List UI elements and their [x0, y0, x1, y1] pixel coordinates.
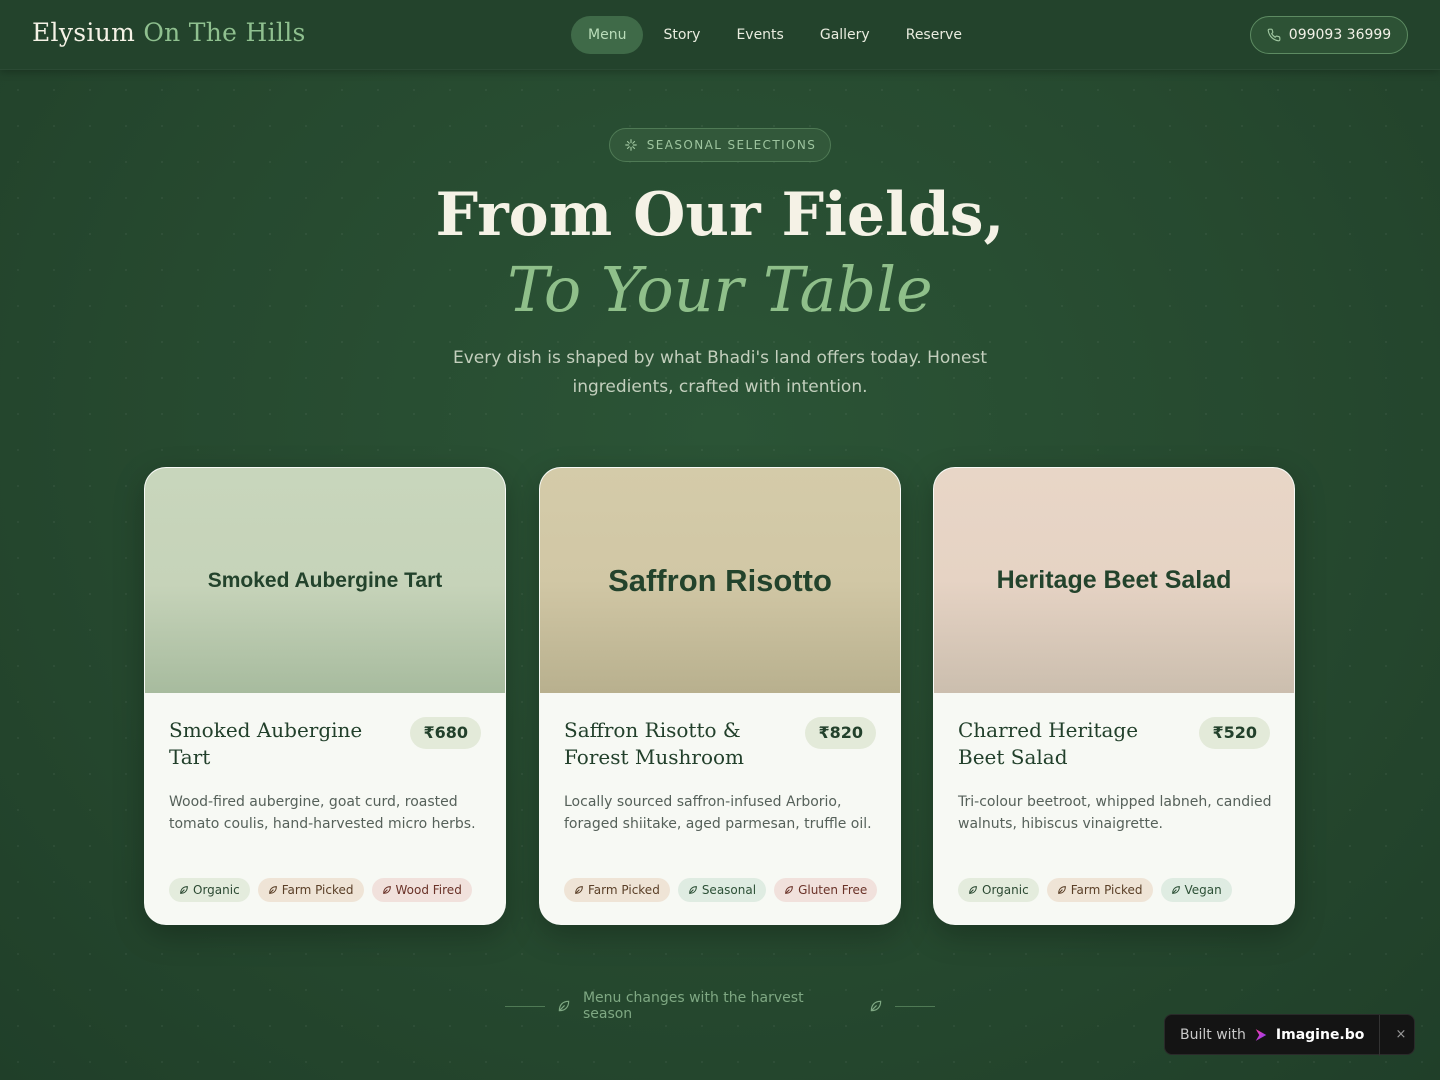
close-icon[interactable]: ×	[1391, 1025, 1411, 1045]
seasonal-badge: SEASONAL SELECTIONS	[609, 128, 831, 162]
badge-label: SEASONAL SELECTIONS	[646, 138, 817, 152]
nav-item-events[interactable]: Events	[718, 16, 801, 54]
brand-name: Elysium	[32, 18, 136, 47]
dish-image: Smoked Aubergine Tart	[145, 468, 505, 693]
harvest-note: Menu changes with the harvest season	[505, 990, 935, 1022]
brand-tagline: On The Hills	[143, 18, 306, 47]
nav-item-story[interactable]: Story	[645, 16, 718, 54]
leaf-icon	[785, 886, 793, 894]
tag-list: Farm Picked Seasonal Gluten Free	[564, 878, 884, 902]
phone-number: 099093 36999	[1288, 27, 1392, 43]
dish-description: Locally sourced saffron-infused Arborio,…	[564, 794, 872, 832]
hero-title-accent: To Your Table	[507, 253, 933, 326]
leaf-icon	[688, 886, 697, 894]
sparkle-icon	[624, 139, 637, 151]
main-nav: Menu Story Events Gallery Reserve	[571, 16, 980, 54]
dish-description: Wood-fired aubergine, goat curd, roasted…	[169, 794, 476, 832]
divider	[1379, 1015, 1380, 1056]
divider-line	[505, 1005, 545, 1007]
tag-seasonal: Seasonal	[677, 878, 767, 902]
leaf-icon	[180, 886, 188, 894]
tag-list: Organic Farm Picked Wood Fired	[169, 878, 489, 902]
dish-title: Saffron Risotto & Forest Mushroom	[564, 718, 744, 769]
built-with-badge[interactable]: Built with Imagine.bo ×	[1164, 1014, 1415, 1056]
site-header: Elysium On The Hills Menu Story Events G…	[0, 0, 1440, 70]
hero-subtitle: Every dish is shaped by what Bhadi's lan…	[452, 348, 988, 397]
dish-title: Charred Heritage Beet Salad	[958, 718, 1139, 769]
harvest-note-text: Menu changes with the harvest season	[582, 990, 804, 1022]
leaf-icon	[575, 886, 583, 894]
menu-card[interactable]: Heritage Beet Salad Charred Heritage Bee…	[933, 467, 1295, 925]
tag-organic: Organic	[958, 878, 1039, 902]
imagine-logo-icon	[1255, 1028, 1267, 1041]
leaf-icon	[558, 1000, 570, 1012]
dish-image: Saffron Risotto	[540, 468, 900, 693]
tag-list: Organic Farm Picked Vegan	[958, 878, 1278, 902]
built-with-label: Built with	[1180, 1026, 1246, 1043]
tag-vegan: Vegan	[1160, 878, 1232, 902]
leaf-icon	[382, 886, 391, 894]
tag-farm-picked: Farm Picked	[564, 878, 670, 902]
hero-title: From Our Fields,	[435, 180, 1005, 250]
nav-item-reserve[interactable]: Reserve	[888, 16, 980, 54]
phone-button[interactable]: 099093 36999	[1250, 16, 1408, 54]
leaf-icon	[969, 886, 977, 894]
dish-description: Tri-colour beetroot, whipped labneh, can…	[958, 794, 1272, 832]
price-badge: ₹820	[805, 717, 876, 749]
tag-wood-fired: Wood Fired	[371, 878, 472, 902]
menu-card[interactable]: Saffron Risotto Saffron Risotto & Forest…	[539, 467, 901, 925]
phone-icon	[1267, 28, 1281, 42]
built-with-brand: Imagine.bo	[1275, 1026, 1365, 1043]
nav-item-menu[interactable]: Menu	[571, 16, 644, 54]
tag-organic: Organic	[169, 878, 250, 902]
leaf-icon	[268, 886, 277, 894]
tag-gluten-free: Gluten Free	[774, 878, 878, 902]
dish-image: Heritage Beet Salad	[934, 468, 1294, 693]
leaf-icon	[1171, 886, 1180, 894]
nav-item-gallery[interactable]: Gallery	[802, 16, 888, 54]
price-badge: ₹680	[410, 717, 481, 749]
leaf-icon	[870, 1000, 882, 1012]
price-badge: ₹520	[1199, 717, 1270, 749]
menu-card[interactable]: Smoked Aubergine Tart Smoked Aubergine T…	[144, 467, 506, 925]
dish-title: Smoked Aubergine Tart	[169, 718, 363, 769]
tag-farm-picked: Farm Picked	[257, 878, 364, 902]
leaf-icon	[1057, 886, 1066, 894]
tag-farm-picked: Farm Picked	[1046, 878, 1153, 902]
brand-logo[interactable]: Elysium On The Hills	[32, 18, 306, 47]
divider-line	[895, 1005, 935, 1007]
